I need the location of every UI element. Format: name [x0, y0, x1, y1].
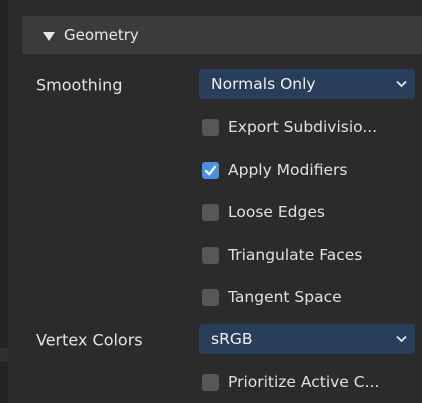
triangulate-faces-label: Triangulate Faces: [228, 246, 363, 264]
smoothing-label: Smoothing: [36, 75, 123, 95]
chevron-down-icon: [396, 80, 407, 88]
prioritize-active-color-checkbox[interactable]: [202, 374, 219, 391]
panel-title: Geometry: [64, 26, 139, 44]
export-subdivision-label: Export Subdivisio...: [228, 118, 378, 136]
panel-header-geometry[interactable]: Geometry: [22, 16, 422, 54]
smoothing-value: Normals Only: [211, 75, 316, 93]
chevron-down-icon: [396, 335, 407, 343]
triangulate-faces-checkbox-row[interactable]: Triangulate Faces: [0, 234, 422, 276]
smoothing-dropdown[interactable]: Normals Only: [199, 69, 415, 99]
loose-edges-label: Loose Edges: [228, 203, 325, 221]
vertex-colors-label: Vertex Colors: [36, 330, 143, 350]
checkmark-icon: [204, 165, 217, 176]
export-subdivision-checkbox[interactable]: [202, 119, 219, 136]
triangulate-faces-checkbox[interactable]: [202, 247, 219, 264]
loose-edges-checkbox-row[interactable]: Loose Edges: [0, 191, 422, 233]
tangent-space-checkbox-row[interactable]: Tangent Space: [0, 276, 422, 318]
smoothing-row: Smoothing Normals Only: [0, 64, 422, 106]
loose-edges-checkbox[interactable]: [202, 204, 219, 221]
vertex-colors-row: Vertex Colors sRGB: [0, 319, 422, 361]
prioritize-active-color-label: Prioritize Active C...: [228, 373, 380, 391]
apply-modifiers-label: Apply Modifiers: [228, 161, 348, 179]
vertex-colors-value: sRGB: [211, 330, 253, 348]
prioritize-active-color-checkbox-row[interactable]: Prioritize Active C...: [0, 361, 422, 403]
apply-modifiers-checkbox[interactable]: [202, 162, 219, 179]
apply-modifiers-checkbox-row[interactable]: Apply Modifiers: [0, 149, 422, 191]
vertex-colors-dropdown[interactable]: sRGB: [199, 324, 415, 354]
export-subdivision-checkbox-row[interactable]: Export Subdivisio...: [0, 106, 422, 148]
geometry-panel: Geometry Smoothing Normals Only Export S…: [0, 0, 422, 403]
triangle-down-icon[interactable]: [42, 28, 56, 42]
tangent-space-checkbox[interactable]: [202, 289, 219, 306]
tangent-space-label: Tangent Space: [228, 288, 342, 306]
